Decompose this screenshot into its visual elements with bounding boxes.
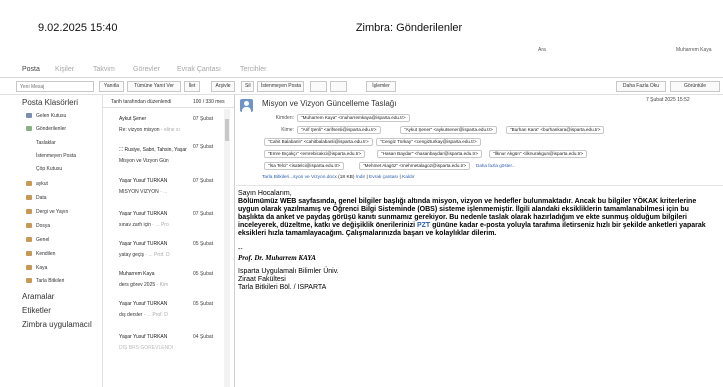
read-more-button[interactable]: Daha Fazla Oku (616, 81, 666, 92)
signature-line: Ziraat Fakültesi (238, 276, 286, 283)
folder-icon (26, 251, 32, 257)
recipient-chip[interactable]: "İlknur Akgün" <ilknurakgun@isparta.edu.… (489, 150, 588, 158)
folder-icon (26, 209, 32, 215)
window-title: Zimbra: Gönderilenler (355, 22, 463, 34)
to-label: Kime: (281, 127, 294, 133)
folder-icon (26, 265, 32, 271)
forward-button[interactable]: İlet (184, 81, 200, 92)
tab-mail[interactable]: Posta (22, 66, 40, 73)
show-more-recipients-link[interactable]: Daha fazla göster... (476, 163, 516, 168)
zimlets-heading[interactable]: Zimbra uygulamacıl (22, 320, 92, 329)
signature-line: Isparta Uygulamalı Bilimler Üniv. (238, 268, 339, 275)
attachment-name[interactable]: Tarla Bitkileri...syon ve Vizyon.docx (262, 175, 337, 180)
message-subject: Misyon ve Vizyon Güncelleme Taslağı (262, 99, 397, 108)
recipient-chip[interactable]: "Cahit Balabanlı" <cahitbalabanli@ispart… (264, 138, 373, 146)
sent-icon (26, 126, 32, 132)
reply-button[interactable]: Yanıtla (99, 81, 124, 92)
tags-heading[interactable]: Etiketler (22, 306, 51, 315)
tab-briefcase[interactable]: Evrak Çantası (177, 66, 221, 73)
folder-inbox[interactable]: Gelen Kutusu (26, 113, 66, 119)
sender-avatar-icon (240, 99, 253, 112)
folder-icon (26, 181, 32, 187)
tab-contacts[interactable]: Kişiler (55, 66, 74, 73)
folder-tarla[interactable]: Tarla Bitkileri (26, 278, 64, 284)
search-link[interactable]: Ara (538, 47, 546, 53)
folder-sidebar: Posta Klasörleri Gelen Kutusu Gönderilen… (16, 95, 96, 387)
recipient-chip[interactable]: "Aykut Şener" <aykutsener@isparta.edu.tr… (400, 126, 497, 134)
recipient-chip[interactable]: "Arif Şenli" <arifsenli@isparta.edu.tr> (297, 126, 381, 134)
folder-genel[interactable]: Genel (26, 237, 49, 243)
recipient-chip[interactable]: "Emre Bıçakçı" <emrebicakci@isparta.edu.… (264, 150, 366, 158)
folder-dosya[interactable]: Dosya (26, 223, 50, 229)
reading-pane: Misyon ve Vizyon Güncelleme Taslağı 7 Şu… (236, 95, 723, 387)
archive-button[interactable]: Arşivle (211, 81, 235, 92)
list-item[interactable]: Yaşar Yusuf TURKAN 04 Şubat DIŞ BRS GÖRE… (103, 334, 224, 374)
searches-heading[interactable]: Aramalar (22, 292, 54, 301)
delete-button[interactable]: Sil (241, 81, 254, 92)
actions-button[interactable]: İşlemler (366, 81, 396, 92)
list-scrollbar[interactable] (224, 109, 230, 387)
list-header: Tarih tarafından düzenlendi 100 / 330 me… (103, 95, 234, 108)
reply-all-button[interactable]: Tümüne Yanıt Ver (127, 81, 181, 92)
tab-calendar[interactable]: Takvim (93, 66, 115, 73)
body-paragraph: Bölümümüz WEB sayfasında, genel bilgiler… (238, 198, 706, 237)
window-header: 9.02.2025 15:40 Zimbra: Gönderilenler Ar… (0, 0, 723, 60)
view-button[interactable]: Görüntüle (670, 81, 720, 92)
signature-dash: -- (238, 246, 243, 253)
recipient-chip[interactable]: "İsa Telci" <isatelci@isparta.edu.tr> (264, 162, 344, 170)
mail-toolbar: Yanıtla Tümüne Yanıt Ver İlet Arşivle Si… (0, 78, 723, 95)
attachment-row: Tarla Bitkileri...syon ve Vizyon.docx (1… (262, 175, 415, 180)
folder-kendilen[interactable]: Kendilen (26, 251, 55, 257)
recipient-chip[interactable]: "Cengiz Türkay" <cengizturkay@isparta.ed… (376, 138, 481, 146)
folder-icon (26, 223, 32, 229)
folder-trash[interactable]: Çöp Kutusu (36, 166, 62, 172)
folder-kaya[interactable]: Kaya (26, 265, 47, 271)
signature-name: Prof. Dr. Muharrem KAYA (238, 254, 316, 262)
recipient-chip[interactable]: "Mehmet Alagöz" <mehmetalagoz@isparta.ed… (359, 162, 471, 170)
divider (236, 185, 723, 186)
tab-preferences[interactable]: Tercihler (240, 66, 266, 73)
user-name[interactable]: Muharrem Kaya (676, 47, 712, 53)
extra-button-2[interactable] (330, 81, 347, 92)
signature-line: Tarla Bitkileri Böl. / ISPARTA (238, 284, 327, 291)
folder-aykut[interactable]: aykut (26, 181, 48, 187)
scroll-thumb[interactable] (225, 119, 229, 141)
folder-icon (26, 237, 32, 243)
message-body: Sayın Hocalarım, Bölümümüz WEB sayfasınd… (238, 190, 708, 292)
folder-spam[interactable]: İstenmeyen Posta (36, 153, 76, 159)
folder-drafts[interactable]: Taslaklar (36, 140, 56, 146)
attachment-remove-link[interactable]: Kaldır (402, 175, 415, 180)
attachment-download-link[interactable]: İndir (356, 175, 365, 180)
recipient-chip[interactable]: "Hasan Baydar" <hasanbaydar@isparta.edu.… (377, 150, 483, 158)
folder-sent[interactable]: Gönderilenler (26, 126, 66, 132)
attachment-briefcase-link[interactable]: Evrak çantası (369, 175, 398, 180)
spam-button[interactable]: İstenmeyen Posta (257, 81, 304, 92)
sort-label[interactable]: Tarih tarafından düzenlendi (111, 99, 171, 105)
from-chip[interactable]: "Muharrem Kaya" <muharremkaya@isparta.ed… (297, 114, 410, 122)
app-tabs: Posta Kişiler Takvim Görevler Evrak Çant… (0, 62, 723, 78)
body-greeting: Sayın Hocalarım, (238, 190, 292, 197)
tab-tasks[interactable]: Görevler (133, 66, 160, 73)
mail-folders-heading[interactable]: Posta Klasörleri (22, 98, 78, 107)
folder-icon (26, 278, 32, 284)
inbox-icon (26, 113, 32, 119)
message-count: 100 / 330 mes (193, 99, 225, 105)
folder-data[interactable]: Data (26, 195, 47, 201)
from-label: Kimden: (275, 115, 294, 121)
extra-button-1[interactable] (310, 81, 327, 92)
attachment-size: (18 KB) (338, 175, 355, 180)
message-date: 7 Şubat 2025 15:52 (646, 97, 690, 103)
message-list: Tarih tarafından düzenlendi 100 / 330 me… (102, 95, 235, 387)
recipient-chip[interactable]: "Burhan Kara" <burhankara@isparta.edu.tr… (506, 126, 605, 134)
folder-dergi[interactable]: Dergi ve Yayın (26, 209, 68, 215)
new-message-field[interactable] (16, 81, 94, 92)
folder-icon (26, 195, 32, 201)
